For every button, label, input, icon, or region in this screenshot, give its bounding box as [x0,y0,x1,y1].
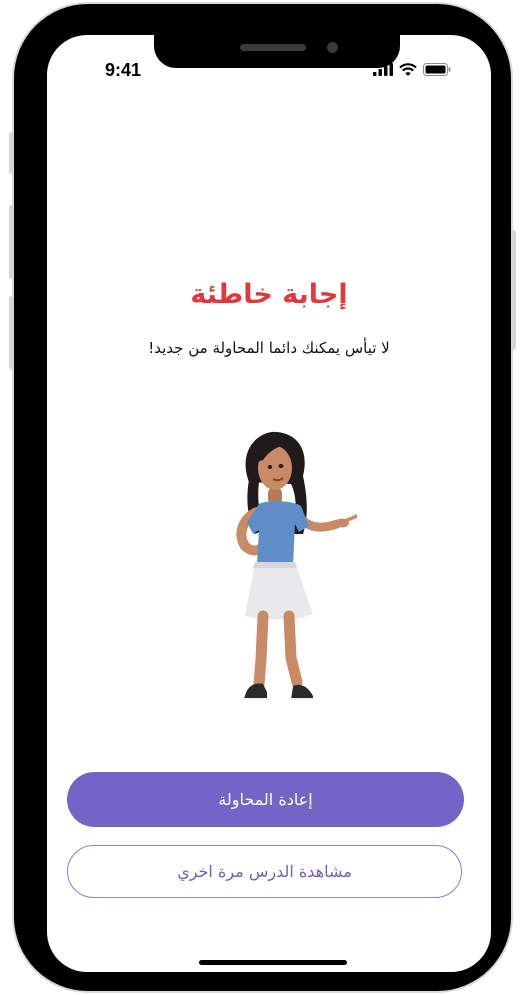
screen: 9:41 إجابة خاطئة لا تيأس يمكنك دائما الم… [47,35,491,972]
result-title: إجابة خاطئة [190,279,348,310]
character-pointing-illustration [236,431,357,700]
battery-icon [423,63,451,76]
power-button [511,230,516,350]
signal-icon [373,63,393,76]
home-indicator [199,960,347,965]
result-subtitle: لا تيأس يمكنك دائما المحاولة من جديد! [148,339,390,357]
status-time: 9:41 [105,60,142,80]
volume-down-button [9,296,14,370]
phone-frame: 9:41 إجابة خاطئة لا تيأس يمكنك دائما الم… [9,4,516,991]
speaker [240,44,306,51]
notch [154,35,400,68]
rewatch-lesson-button[interactable]: مشاهدة الدرس مرة اخري [67,845,462,898]
volume-up-button [9,205,14,279]
wifi-icon [399,63,417,76]
status-icons [373,63,451,76]
mute-switch [9,132,14,174]
camera [327,42,338,53]
retry-button[interactable]: إعادة المحاولة [67,772,464,827]
